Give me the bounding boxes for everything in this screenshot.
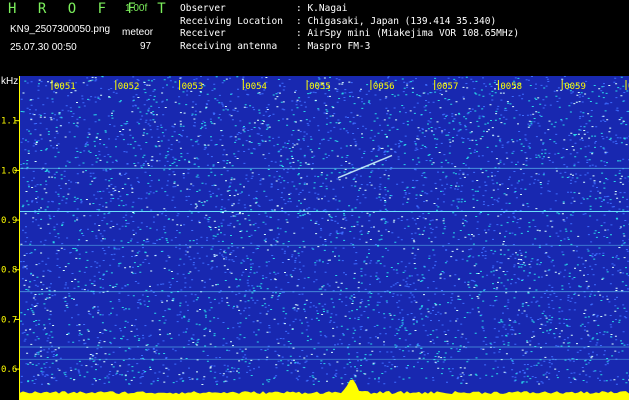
time-tick-label: 0051 bbox=[54, 82, 76, 92]
y-axis-unit: kHz bbox=[1, 76, 18, 87]
y-tick-label: 1.0 bbox=[1, 166, 17, 176]
info-row-location: Receiving Location : Chigasaki, Japan (13… bbox=[180, 16, 519, 29]
time-tick-label: 0059 bbox=[564, 82, 586, 92]
info-label: Observer bbox=[180, 3, 226, 14]
time-tick-label: 0055 bbox=[309, 82, 331, 92]
info-row-observer: Observer : K.Nagai bbox=[180, 3, 519, 16]
info-value: : K.Nagai bbox=[296, 3, 348, 14]
y-tick-label: 1.1 bbox=[1, 117, 17, 127]
info-value: : Chigasaki, Japan (139.414 35.340) bbox=[296, 15, 497, 27]
y-tick-label: 0.8 bbox=[1, 266, 17, 276]
meteor-count-label: meteor bbox=[122, 27, 154, 38]
y-tick-label: 0.7 bbox=[1, 315, 17, 325]
info-label: Receiving Location bbox=[180, 15, 283, 27]
info-label: Receiver bbox=[180, 28, 226, 39]
spectrogram-plot-area bbox=[20, 76, 629, 400]
app-version: 1.00f bbox=[125, 3, 148, 14]
y-tick-label: 0.6 bbox=[1, 365, 17, 375]
time-tick-label: 0053 bbox=[182, 82, 204, 92]
station-info-block: Observer : K.Nagai Receiving Location : Ch… bbox=[180, 3, 519, 53]
capture-timestamp: 25.07.30 00:50 bbox=[10, 42, 77, 53]
info-label: Receiving antenna bbox=[180, 40, 278, 52]
time-tick-label: 0058 bbox=[500, 82, 522, 92]
y-tick-label: 0.9 bbox=[1, 216, 17, 226]
meteor-count-value: 97 bbox=[140, 41, 152, 52]
time-tick-label: 0052 bbox=[118, 82, 140, 92]
header-panel: H R O F F T 1.00f KN9_2507300050.png 25.… bbox=[0, 0, 629, 76]
image-filename: KN9_2507300050.png bbox=[10, 24, 111, 35]
info-value: : Maspro FM-3 bbox=[296, 40, 371, 52]
time-tick-label: 0056 bbox=[373, 82, 395, 92]
time-tick-label: 0054 bbox=[245, 82, 267, 92]
time-tick-label: 0057 bbox=[437, 82, 459, 92]
info-row-receiver: Receiver : AirSpy mini (Miakejima VOR 108… bbox=[180, 28, 519, 41]
app-title: H R O F F T bbox=[8, 1, 173, 17]
spectrogram-display: kHz 1.1 1.0 0.9 0.8 0.7 0.6 0051 0052 0053 0054 0… bbox=[0, 76, 629, 400]
info-value: : AirSpy mini (Miakejima VOR 108.65MHz) bbox=[296, 28, 520, 39]
info-row-antenna: Receiving antenna : Maspro FM-3 bbox=[180, 41, 519, 54]
